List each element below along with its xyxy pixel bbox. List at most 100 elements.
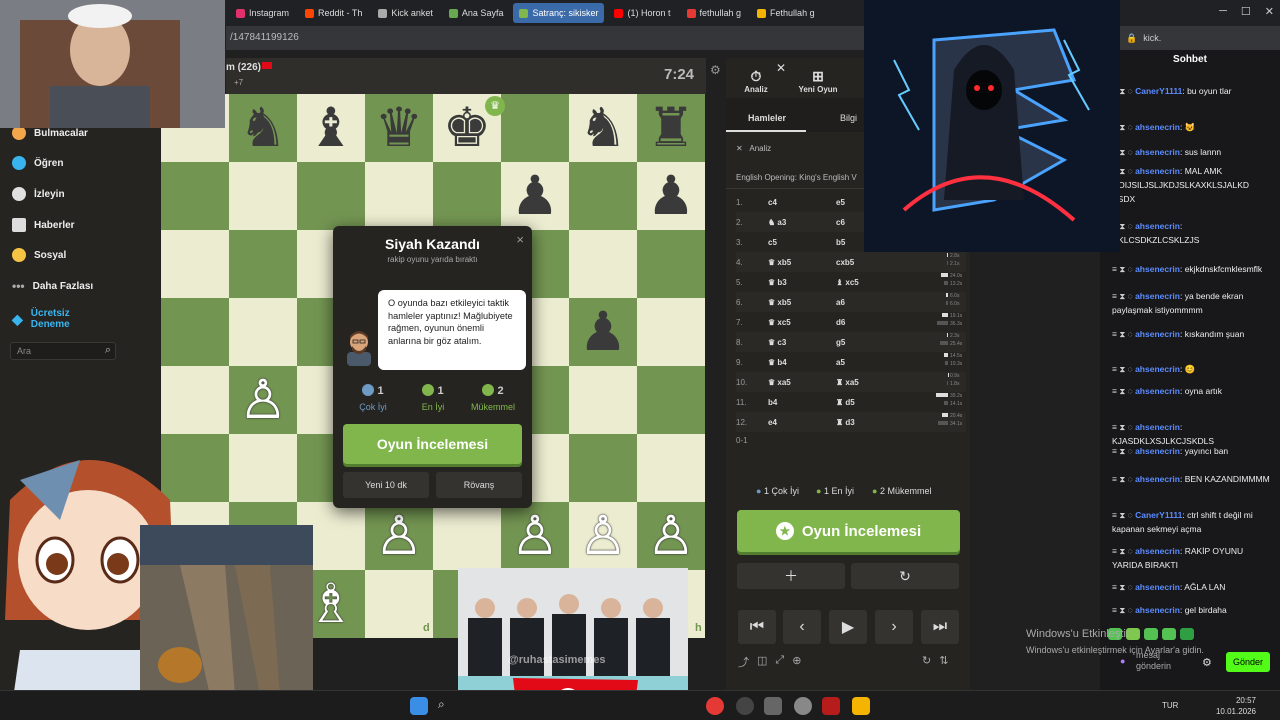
play-button[interactable]: ▶ (829, 610, 867, 644)
sidebar-item-puzzles[interactable]: Bulmacalar (12, 126, 88, 140)
board-square[interactable] (637, 230, 705, 298)
sidebar-item-more[interactable]: ••• Daha Fazlası (12, 279, 93, 293)
maximize-icon[interactable]: ☐ (1241, 5, 1251, 18)
move-row[interactable]: 11. b4 ♜ d5 39.2s 14.1s (736, 392, 966, 412)
tab-analysis[interactable]: ⏱ Analiz (740, 68, 772, 94)
subtab-info[interactable]: Bilgi (840, 113, 857, 123)
board-square[interactable] (297, 162, 365, 230)
chat-username[interactable]: ahsenecrin (1135, 605, 1180, 615)
move-row[interactable]: 5. ♛ b3 ♝ xc5 24.0s 13.2s (736, 272, 966, 292)
chess-piece-c8[interactable]: ♛ (365, 94, 433, 162)
flip-button[interactable]: ↻ (851, 563, 959, 589)
chat-username[interactable]: ahsenecrin (1135, 147, 1180, 157)
next-move-button[interactable]: › (875, 610, 913, 644)
subtab-moves[interactable]: Hamleler (748, 113, 786, 123)
chat-username[interactable]: CanerY1111 (1135, 510, 1182, 520)
minimize-icon[interactable]: ─ (1219, 5, 1227, 18)
chess-piece-g8[interactable]: ♜ (637, 94, 705, 162)
last-move-button[interactable]: ⏭ (921, 610, 959, 644)
app-icon[interactable] (822, 697, 840, 715)
chat-username[interactable]: ahsenecrin (1135, 329, 1180, 339)
chat-username[interactable]: ahsenecrin (1135, 474, 1180, 484)
sidebar-item-news[interactable]: Haberler (12, 218, 75, 232)
settings-icon[interactable] (794, 697, 812, 715)
move-row[interactable]: 6. ♛ xb5 a6 6.0s 6.0s (736, 292, 966, 312)
send-button[interactable]: Gönder (1226, 652, 1270, 672)
move-row[interactable]: 7. ♛ xc5 d6 19.1s 36.3s (736, 312, 966, 332)
board-square[interactable] (501, 94, 569, 162)
chess-piece-g7[interactable]: ♟ (637, 162, 705, 230)
clock[interactable]: 20:57 10.01.2026 (1216, 695, 1256, 717)
chess-piece-g2[interactable]: ♙ (637, 502, 705, 570)
board-square[interactable] (569, 366, 637, 434)
chat-username[interactable]: ahsenecrin (1135, 364, 1180, 374)
chess-piece-f5[interactable]: ♟ (569, 298, 637, 366)
board-square[interactable] (433, 162, 501, 230)
sidebar-item-free-trial[interactable]: ◆ Ücretsiz Deneme (12, 308, 92, 330)
sidebar-item-learn[interactable]: Öğren (12, 156, 63, 170)
chess-piece-f8[interactable]: ♞ (569, 94, 637, 162)
settings-gear-icon[interactable]: ⚙ (710, 63, 721, 77)
flip-board-icon[interactable]: ⇅ (939, 654, 948, 667)
board-square[interactable] (637, 298, 705, 366)
board-square[interactable] (365, 162, 433, 230)
analysis-toggle[interactable]: ✕ Analiz (736, 144, 771, 153)
rematch-button[interactable]: Rövanş (436, 472, 522, 498)
share-icon[interactable]: ⤴ (738, 654, 749, 670)
board-square[interactable] (229, 162, 297, 230)
board-square[interactable] (637, 434, 705, 502)
add-button[interactable]: ＋ (737, 563, 845, 589)
chat-username[interactable]: CanerY1111 (1135, 86, 1182, 96)
board-square[interactable] (433, 502, 501, 570)
first-move-button[interactable]: ⏮ (738, 610, 776, 644)
chat-username[interactable]: ahsenecrin (1135, 546, 1180, 556)
language-indicator[interactable]: TUR (1162, 701, 1178, 710)
sidebar-item-social[interactable]: Sosyal (12, 248, 66, 262)
sidebar-item-watch[interactable]: İzleyin (12, 187, 65, 201)
browser-tab[interactable]: Reddit - Th (299, 3, 368, 23)
chat-username[interactable]: ahsenecrin (1135, 166, 1180, 176)
app-icon[interactable] (736, 697, 754, 715)
folder-icon[interactable] (852, 697, 870, 715)
browser-tab[interactable]: Fethullah g (751, 3, 821, 23)
sidebar-search-input[interactable]: Ara ⌕ (10, 342, 116, 360)
browser-tab[interactable]: (1) Horon t (608, 3, 676, 23)
app-icon[interactable] (764, 697, 782, 715)
chat-username[interactable]: ahsenecrin (1135, 221, 1180, 231)
search-icon[interactable]: ⌕ (105, 344, 111, 357)
opera-icon[interactable] (706, 697, 724, 715)
browser-tab[interactable]: Kick anket (372, 3, 439, 23)
browser-tab[interactable]: Satranç: sikisker (513, 3, 605, 23)
chat-username[interactable]: ahsenecrin (1135, 422, 1180, 432)
board-square[interactable] (569, 434, 637, 502)
chat-username[interactable]: ahsenecrin (1135, 291, 1180, 301)
close-icon[interactable]: ✕ (1265, 5, 1274, 18)
move-row[interactable]: 8. ♛ c3 g5 2.3s 25.4s (736, 332, 966, 352)
new-game-button[interactable]: Yeni 10 dk (343, 472, 429, 498)
start-icon[interactable] (410, 697, 428, 715)
game-review-button[interactable]: Oyun İncelemesi (343, 424, 522, 464)
tab-new-game[interactable]: ⊞ Yeni Oyun (796, 68, 840, 94)
chat-username[interactable]: ahsenecrin (1135, 264, 1180, 274)
expand-icon[interactable]: ⤢ (775, 654, 784, 670)
board-square[interactable] (229, 434, 297, 502)
chess-piece-a8[interactable]: ♞ (229, 94, 297, 162)
browser-tab[interactable]: Instagram (230, 3, 295, 23)
board-square[interactable] (637, 366, 705, 434)
chess-piece-e2[interactable]: ♙ (501, 502, 569, 570)
chat-username[interactable]: ahsenecrin (1135, 582, 1180, 592)
chess-piece-f2[interactable]: ♙ (569, 502, 637, 570)
move-row[interactable]: 9. ♛ b4 a5 14.5s 10.3s (736, 352, 966, 372)
board-square[interactable] (229, 230, 297, 298)
chess-piece-a4[interactable]: ♙ (229, 366, 297, 434)
close-analysis-icon[interactable]: ✕ (776, 61, 786, 75)
board-square[interactable] (569, 230, 637, 298)
move-row[interactable]: 10. ♛ xa5 ♜ xa5 0.9s 1.8s (736, 372, 966, 392)
zoom-icon[interactable]: ⊕ (792, 654, 801, 670)
chat-username[interactable]: ahsenecrin (1135, 446, 1180, 456)
camera-icon[interactable]: ◫ (757, 654, 767, 670)
browser-tab[interactable]: fethullah g (681, 3, 748, 23)
browser-tab[interactable]: Ana Sayfa (443, 3, 510, 23)
reload-icon[interactable]: ↻ (922, 654, 931, 667)
chess-piece-b8[interactable]: ♝ (297, 94, 365, 162)
